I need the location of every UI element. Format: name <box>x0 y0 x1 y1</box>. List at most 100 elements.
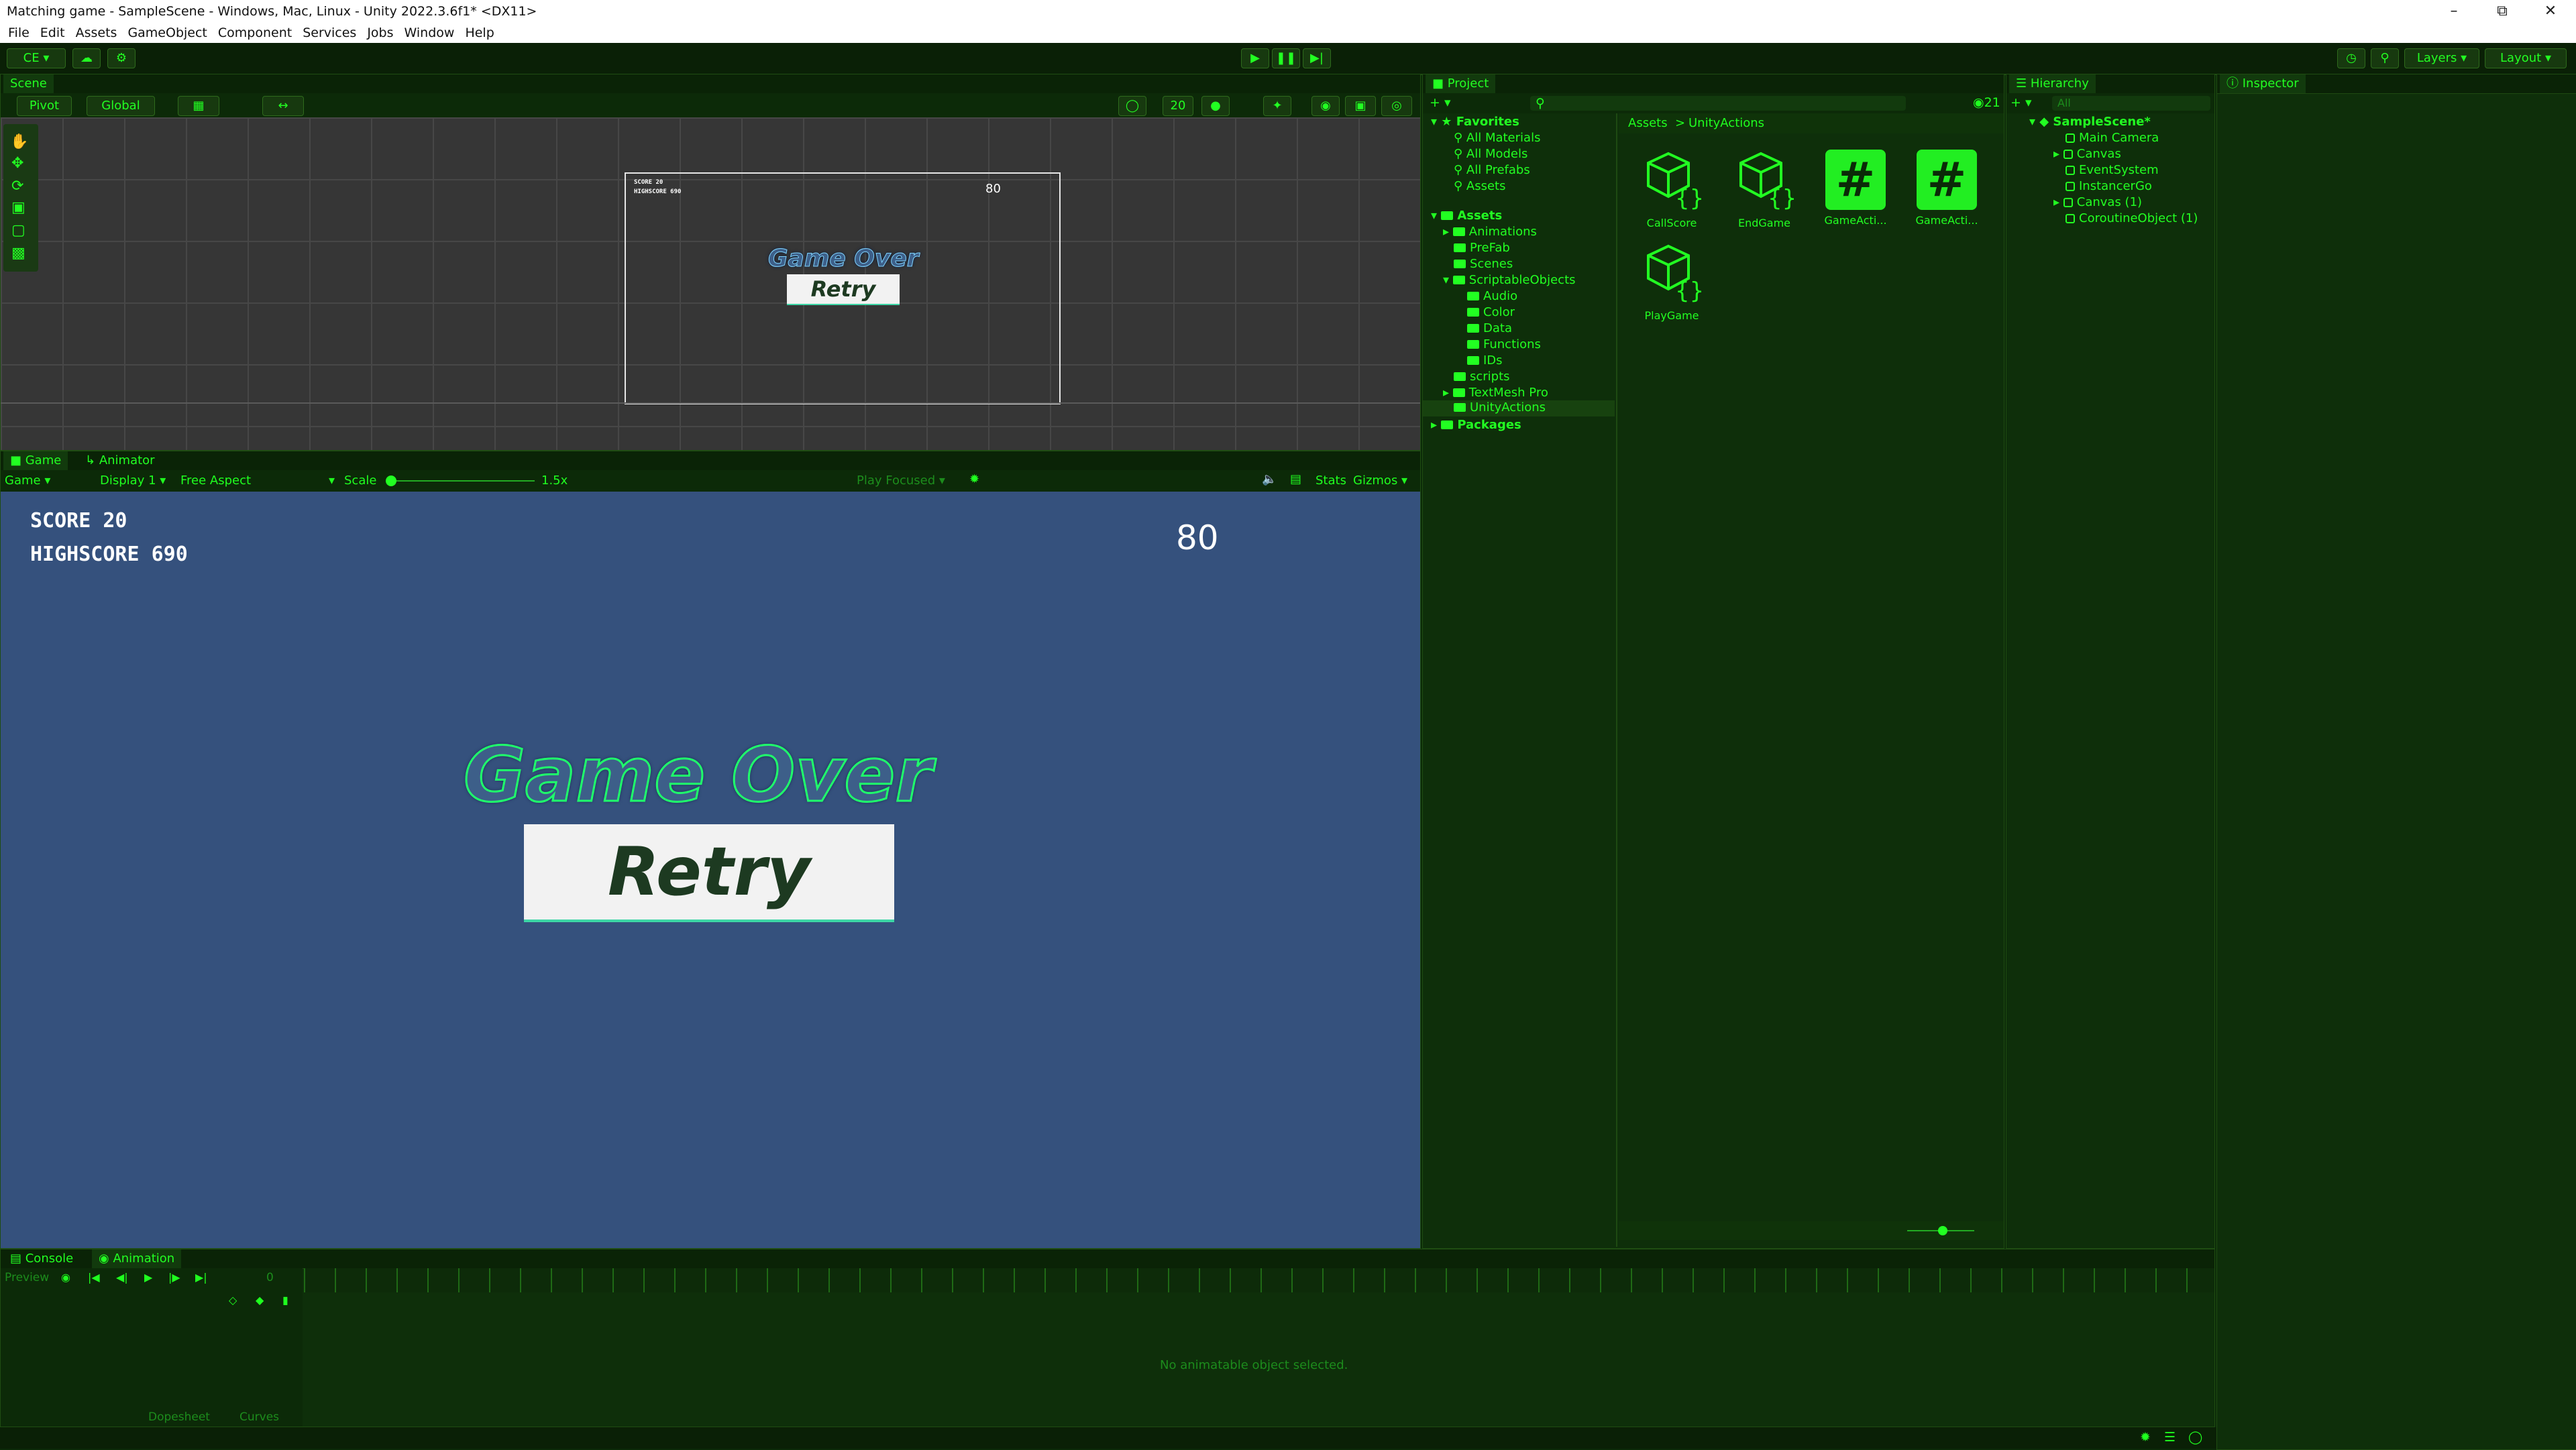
hierarchy-item[interactable]: ▸ Canvas <box>2053 147 2121 161</box>
menu-edit[interactable]: Edit <box>40 23 65 43</box>
favorite-assets[interactable]: ⚲ Assets <box>1454 179 1506 193</box>
hierarchy-item[interactable]: ▸ Canvas (1) <box>2053 195 2142 209</box>
menu-help[interactable]: Help <box>465 23 494 43</box>
hierarchy-item[interactable]: CoroutineObject (1) <box>2065 211 2198 225</box>
game-viewport[interactable]: SCORE 20 HIGHSCORE 690 80 Game Over Retr… <box>1 492 1420 1248</box>
snap-increment-icon[interactable]: ↔ <box>262 96 304 116</box>
layout-dropdown[interactable]: Layout ▾ <box>2485 48 2567 68</box>
lighting-icon[interactable]: ● <box>1201 96 1230 116</box>
status-progress-icon[interactable]: ◯ <box>2188 1430 2202 1445</box>
folder-scripts[interactable]: scripts <box>1454 370 1510 384</box>
retry-button[interactable]: Retry <box>524 824 894 922</box>
event-marker-icon[interactable]: ▮ <box>282 1294 288 1306</box>
asset-callscore[interactable]: {} CallScore <box>1628 150 1715 229</box>
status-stack-icon[interactable]: ☰ <box>2164 1430 2176 1445</box>
collab-icon[interactable]: ⚙ <box>107 48 136 68</box>
scale-slider[interactable] <box>386 476 535 486</box>
tab-console[interactable]: ▤ Console <box>3 1249 80 1268</box>
breadcrumb-unityactions[interactable]: UnityActions <box>1688 116 1764 130</box>
visibility-icon[interactable]: ◉ <box>1311 96 1340 116</box>
scene-viewport[interactable]: ✋ ✥ ⟳ ▣ ▢ ▩ SCORE 20 HIGHSCORE 690 80 Ga… <box>1 117 1420 450</box>
close-icon[interactable]: ✕ <box>2532 1 2569 21</box>
asset-gameactions-1[interactable]: # GameActi... <box>1812 150 1899 227</box>
draw-mode-icon[interactable]: ◯ <box>1118 96 1146 116</box>
tab-animator[interactable]: ↳ Animator <box>78 451 162 470</box>
tab-project[interactable]: ■ Project <box>1426 74 1496 93</box>
folder-ids[interactable]: IDs <box>1467 353 1503 368</box>
game-mode-dropdown[interactable]: Game ▾ <box>5 473 50 488</box>
menu-jobs[interactable]: Jobs <box>367 23 393 43</box>
asset-playgame[interactable]: {} PlayGame <box>1628 242 1715 322</box>
tab-scene[interactable]: Scene <box>3 74 54 93</box>
hierarchy-item[interactable]: EventSystem <box>2065 163 2159 177</box>
frame-field[interactable]: 0 <box>266 1271 274 1284</box>
play-animation-icon[interactable]: ▶ <box>144 1271 152 1284</box>
dopesheet-tab[interactable]: Dopesheet <box>148 1410 210 1424</box>
move-tool-icon[interactable]: ✥ <box>11 155 23 172</box>
menu-window[interactable]: Window <box>405 23 455 43</box>
effects-icon[interactable]: ✦ <box>1263 96 1291 116</box>
curves-tab[interactable]: Curves <box>239 1410 279 1424</box>
pause-icon[interactable]: ❚❚ <box>1272 48 1300 68</box>
camera-icon[interactable]: ▣ <box>1345 96 1376 116</box>
add-event-icon[interactable]: ◆ <box>256 1294 264 1306</box>
pivot-dropdown[interactable]: Pivot <box>17 96 72 116</box>
tab-animation[interactable]: ◉ Animation <box>92 1249 182 1268</box>
status-bug-icon[interactable]: ✹ <box>2140 1430 2151 1445</box>
folder-color[interactable]: Color <box>1467 305 1515 319</box>
stats-icon[interactable]: ▤ <box>1290 472 1301 486</box>
menu-file[interactable]: File <box>8 23 30 43</box>
asset-gameactions-2[interactable]: # GameActi... <box>1903 150 1990 227</box>
hand-tool-icon[interactable]: ✋ <box>10 133 28 150</box>
favorite-all-prefabs[interactable]: ⚲ All Prefabs <box>1454 163 1530 177</box>
display-dropdown[interactable]: Display 1 ▾ <box>100 473 166 488</box>
menu-component[interactable]: Component <box>218 23 292 43</box>
restore-icon[interactable]: ⧉ <box>2483 1 2521 21</box>
mute-audio-icon[interactable]: 🔈 <box>1262 472 1277 486</box>
hierarchy-item[interactable]: InstancerGo <box>2065 179 2152 193</box>
icon-size-slider[interactable] <box>1907 1226 1974 1235</box>
assets-root[interactable]: ▾ Assets <box>1431 209 1502 223</box>
folder-prefab[interactable]: PreFab <box>1454 241 1510 255</box>
play-focused-dropdown[interactable]: Play Focused ▾ <box>857 473 945 488</box>
minimize-icon[interactable]: – <box>2435 1 2473 21</box>
asset-endgame[interactable]: {} EndGame <box>1721 150 1808 229</box>
folder-textmesh-pro[interactable]: ▸ TextMesh Pro <box>1443 386 1548 400</box>
stats-button[interactable]: Stats <box>1316 473 1346 488</box>
preview-toggle[interactable]: Preview <box>5 1271 49 1284</box>
grid-snap-icon[interactable]: ▦ <box>178 96 219 116</box>
folder-unityactions[interactable]: UnityActions <box>1423 400 1615 416</box>
global-dropdown[interactable]: Global <box>87 96 155 116</box>
cloud-icon[interactable]: ☁ <box>72 48 101 68</box>
play-icon[interactable]: ▶ <box>1241 48 1269 68</box>
layers-dropdown[interactable]: Layers ▾ <box>2404 48 2479 68</box>
scene-2d-toggle[interactable]: 20 <box>1163 96 1193 116</box>
gizmos-icon[interactable]: ◎ <box>1381 96 1412 116</box>
packages-root[interactable]: ▸ Packages <box>1431 418 1521 432</box>
aspect-dropdown[interactable]: Free Aspect ▾ <box>180 473 335 488</box>
hierarchy-search-input[interactable]: All <box>2052 96 2210 111</box>
folder-audio[interactable]: Audio <box>1467 289 1517 303</box>
hierarchy-item[interactable]: Main Camera <box>2065 131 2159 145</box>
create-asset-button[interactable]: + ▾ <box>1430 95 1451 110</box>
scale-slider-thumb[interactable] <box>386 476 396 486</box>
menu-services[interactable]: Services <box>303 23 356 43</box>
add-keyframe-icon[interactable]: ◇ <box>229 1294 237 1306</box>
next-key-icon[interactable]: |▶ <box>168 1271 180 1284</box>
menu-gameobject[interactable]: GameObject <box>127 23 207 43</box>
folder-animations[interactable]: ▸ Animations <box>1443 225 1537 239</box>
icon-size-slider-thumb[interactable] <box>1938 1226 1947 1235</box>
bug-icon[interactable]: ✹ <box>969 472 979 486</box>
hierarchy-create-button[interactable]: + ▾ <box>2010 95 2032 110</box>
hierarchy-scene[interactable]: ▾ ◆ SampleScene* <box>2029 115 2151 129</box>
search-icon[interactable]: ⚲ <box>2371 48 2399 68</box>
record-icon[interactable]: ◉ <box>61 1271 70 1284</box>
gizmos-dropdown[interactable]: Gizmos ▾ <box>1353 473 1407 488</box>
folder-data[interactable]: Data <box>1467 321 1512 335</box>
breadcrumb-assets[interactable]: Assets <box>1628 116 1668 130</box>
rect-tool-icon[interactable]: ▢ <box>11 222 25 239</box>
favorites-header[interactable]: ▾ ★ Favorites <box>1431 115 1519 129</box>
step-icon[interactable]: ▶| <box>1303 48 1331 68</box>
first-key-icon[interactable]: |◀ <box>88 1271 100 1284</box>
timeline-ruler[interactable] <box>304 1268 2214 1292</box>
